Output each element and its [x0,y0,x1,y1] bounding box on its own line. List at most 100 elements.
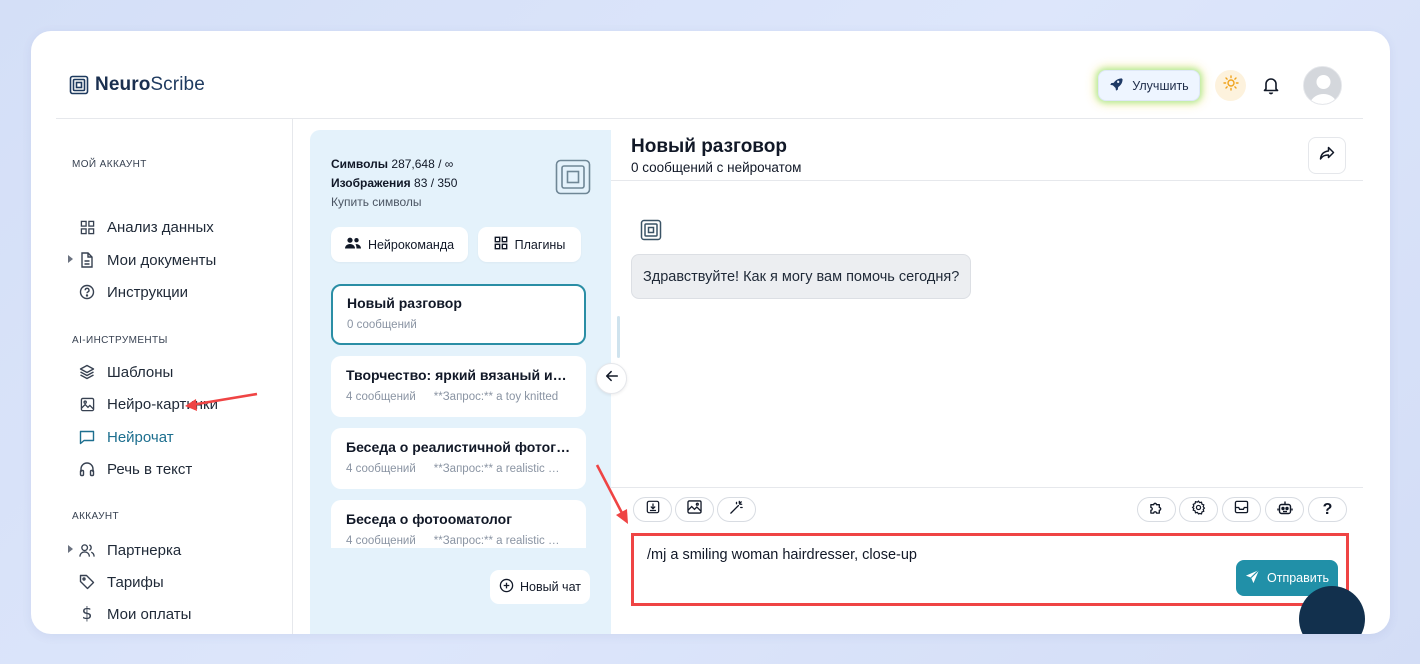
collapse-panel-button[interactable] [596,363,627,394]
users-icon [79,542,95,558]
help-circle-icon [79,284,95,300]
buy-symbols-link[interactable]: Купить символы [331,193,457,212]
brand-logo[interactable]: NeuroScribe [69,74,205,96]
sidebar-item-tariffs[interactable]: Тарифы [79,571,164,593]
tag-icon [79,574,95,590]
brand-name: NeuroScribe [95,74,205,95]
conversation-subtitle: 0 сообщений с нейрочатом [631,160,802,175]
inbox-icon [1234,500,1249,519]
sidebar-item-data-analysis[interactable]: Анализ данных [79,216,214,238]
bot-mode-button[interactable] [1265,497,1304,522]
chat-count: 4 сообщений [346,535,416,547]
rocket-icon [1109,77,1123,94]
neuroteam-label: Нейрокоманда [367,237,455,252]
user-avatar[interactable] [1303,66,1342,105]
avatar-placeholder-icon [1304,67,1341,104]
document-icon [79,252,95,268]
toolbar-divider [611,487,1363,488]
plugins-toggle-button[interactable] [1137,497,1176,522]
question-icon: ? [1322,500,1333,518]
sidebar-item-label: Речь в текст [107,460,193,478]
upgrade-label: Улучшить [1132,78,1189,93]
headphones-icon [79,461,95,477]
chat-list-item[interactable]: Творчество: яркий вязаный игрушечный 4 с… [331,356,586,417]
attach-image-button[interactable] [675,497,714,522]
logo-icon [69,75,89,95]
sidebar-item-partners[interactable]: Партнерка [68,539,182,561]
chat-count: 4 сообщений [346,391,416,403]
notifications-button[interactable] [1261,75,1281,100]
sidebar-item-label: Анализ данных [107,218,214,236]
share-button[interactable] [1308,137,1346,174]
chat-settings-button[interactable] [1179,497,1218,522]
app-window: NeuroScribe Улучшить МОЙ АККАУНТ Анализ … [31,31,1390,634]
prompt-library-button[interactable] [1222,497,1261,522]
expand-caret-icon[interactable] [68,545,73,553]
chat-list-item[interactable]: Беседа о реалистичной фотографии 4 сообщ… [331,428,586,489]
sidebar-item-label: Нейро-картинки [107,395,218,413]
bot-message-bubble: Здравствуйте! Как я могу вам помочь сего… [631,254,972,299]
section-title-my-account: МОЙ АККАУНТ [72,159,147,170]
section-title-account: АККАУНТ [72,511,120,522]
chat-list-item-active[interactable]: Новый разговор 0 сообщений [331,284,586,345]
chat-icon [79,429,95,445]
sidebar-item-templates[interactable]: Шаблоны [79,361,173,383]
users-icon [344,237,361,252]
sidebar-item-label: Партнерка [107,541,182,559]
sidebar-item-my-documents[interactable]: Мои документы [68,249,217,271]
upload-icon [646,500,660,519]
upload-file-button[interactable] [633,497,672,522]
chat-meta: 4 сообщений **Запрос:** a toy knitted [346,391,571,403]
message-input[interactable]: /mj a smiling woman hairdresser, close-u… [647,547,917,563]
sidebar: МОЙ АККАУНТ Анализ данных Мои документы … [56,119,293,634]
sidebar-divider [292,119,293,634]
upgrade-button[interactable]: Улучшить [1098,70,1200,101]
sidebar-item-my-payments[interactable]: $ Мои оплаты [79,603,192,625]
bot-avatar-icon [640,219,662,246]
sidebar-item-speech-to-text[interactable]: Речь в текст [79,458,192,480]
image-icon [687,500,702,519]
new-chat-button[interactable]: Новый чат [490,570,590,604]
sidebar-item-label: Мои оплаты [107,605,192,623]
chat-title: Новый разговор [347,295,462,311]
section-title-ai-tools: AI-ИНСТРУМЕНТЫ [72,335,168,346]
message-input-box[interactable]: /mj a smiling woman hairdresser, close-u… [631,533,1349,606]
new-chat-label: Новый чат [520,580,581,594]
chat-meta: 4 сообщений **Запрос:** a realistic photo [346,535,571,547]
chat-area: Новый разговор 0 сообщений с нейрочатом … [611,130,1365,634]
send-label: Отправить [1267,571,1329,585]
theme-toggle-button[interactable] [1215,70,1246,101]
chat-preview: **Запрос:** a realistic photo [433,463,566,475]
robot-icon [1276,500,1293,520]
chat-preview: **Запрос:** a realistic photo [433,535,566,547]
grid-icon [494,236,508,253]
sidebar-item-instructions[interactable]: Инструкции [79,281,188,303]
chat-title: Творчество: яркий вязаный игрушечный [346,367,571,383]
grid-icon [79,219,95,235]
plugins-button[interactable]: Плагины [478,227,581,262]
chat-meta: 0 сообщений [347,319,570,331]
sidebar-item-label: Мои документы [107,251,217,269]
sidebar-item-neuro-images[interactable]: Нейро-картинки [79,393,218,415]
image-icon [79,396,95,412]
usage-stats: Символы 287,648 / ∞ Изображения 83 / 350… [331,155,457,212]
chat-list-item[interactable]: Беседа о фотоомато­лог 4 сообщений **Запр… [331,500,586,548]
chat-title: Беседа о фотоомато­лог [346,511,513,527]
help-button[interactable]: ? [1308,497,1347,522]
chat-header-divider [611,180,1363,181]
neuroteam-button[interactable]: Нейрокоманда [331,227,468,262]
sidebar-item-neurochat[interactable]: Нейрочат [79,426,174,448]
chat-preview: **Запрос:** a toy knitted [433,391,559,403]
dollar-icon: $ [81,604,93,624]
expand-caret-icon[interactable] [68,255,73,263]
arrow-left-icon [605,369,619,388]
sidebar-item-label: Тарифы [107,573,164,591]
puzzle-icon [1149,500,1164,520]
bot-message-text: Здравствуйте! Как я могу вам помочь сего… [643,268,960,285]
images-stat: Изображения 83 / 350 [331,176,458,190]
magic-prompt-button[interactable] [717,497,756,522]
sidebar-item-label: Нейрочат [107,428,174,446]
chat-title: Беседа о реалистичной фотографии [346,439,571,455]
bell-icon [1261,78,1281,99]
gear-icon [1191,499,1206,520]
